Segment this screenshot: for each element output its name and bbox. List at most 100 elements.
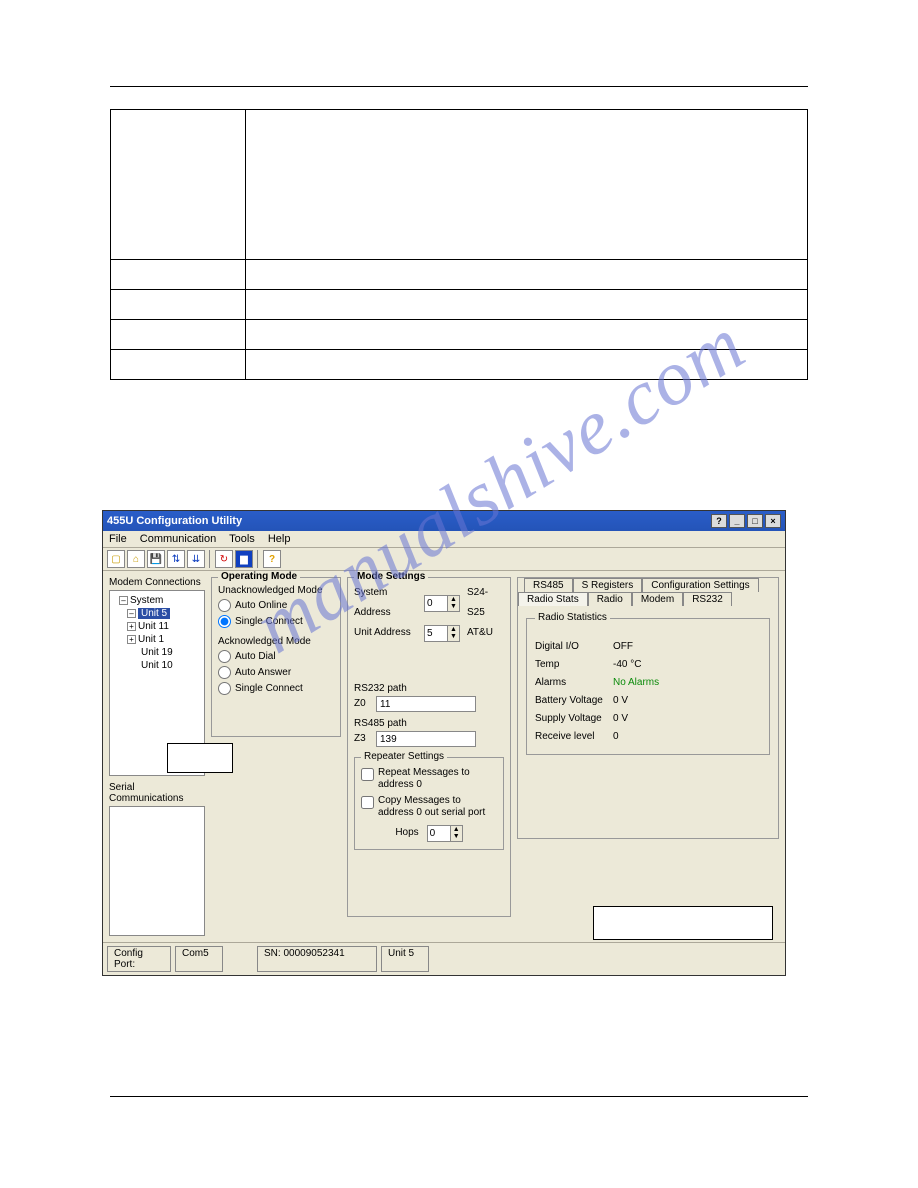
stat-receive-label: Receive level <box>535 728 613 746</box>
callout-box-left <box>167 743 233 773</box>
status-config-port: Config Port: <box>107 946 171 972</box>
tree-unit-5[interactable]: Unit 5 <box>138 608 170 619</box>
status-unit: Unit 5 <box>381 946 429 972</box>
tree-unit-10[interactable]: Unit 10 <box>141 660 173 671</box>
system-address-spinner[interactable]: ▲▼ <box>424 595 460 612</box>
opt-auto-online[interactable]: Auto Online <box>218 598 334 614</box>
toolbar: ▢ ⌂ 💾 ⇅ ⇊ ↻ ▆ ? <box>103 548 785 571</box>
stat-battery-val: 0 V <box>613 692 628 710</box>
save-icon[interactable]: 💾 <box>147 550 165 568</box>
help-toolbar-icon[interactable]: ? <box>263 550 281 568</box>
radio-statistics-group: Radio Statistics Digital I/OOFF Temp-40 … <box>526 618 770 755</box>
hops-label: Hops <box>395 823 418 843</box>
stat-alarms-label: Alarms <box>535 674 613 692</box>
stat-digital-io-label: Digital I/O <box>535 638 613 656</box>
status-serial-number: SN: 00009052341 <box>257 946 377 972</box>
hops-input[interactable] <box>428 826 450 841</box>
chart-icon[interactable]: ▆ <box>235 550 253 568</box>
tab-rs485[interactable]: RS485 <box>524 578 573 592</box>
rs485-path-label: RS485 path <box>354 718 504 729</box>
expand-icon[interactable]: + <box>127 622 136 631</box>
unit-address-label: Unit Address <box>354 623 420 643</box>
repeater-settings-group: Repeater Settings Repeat Messages to add… <box>354 757 504 850</box>
opt-single-connect-ack[interactable]: Single Connect <box>218 681 334 697</box>
rs232-path-label: RS232 path <box>354 683 504 694</box>
system-address-input[interactable] <box>425 596 447 611</box>
window-titlebar: 455U Configuration Utility ? _ □ × <box>103 511 785 531</box>
collapse-icon[interactable]: – <box>127 609 136 618</box>
operating-mode-group: Operating Mode Unacknowledged Mode Auto … <box>211 577 341 737</box>
unit-address-spinner[interactable]: ▲▼ <box>424 625 460 642</box>
tab-modem[interactable]: Modem <box>632 592 683 606</box>
s24-s25-label: S24-S25 <box>467 583 504 623</box>
mode-settings-title: Mode Settings <box>354 571 428 582</box>
maximize-icon[interactable]: □ <box>747 514 763 528</box>
serial-comm-log <box>109 806 205 936</box>
mode-settings-group: Mode Settings System Address ▲▼ S24-S25 … <box>347 577 511 917</box>
help-icon[interactable]: ? <box>711 514 727 528</box>
ack-mode-label: Acknowledged Mode <box>218 636 334 647</box>
repeater-title: Repeater Settings <box>361 751 447 762</box>
minimize-icon[interactable]: _ <box>729 514 745 528</box>
chk-repeat-messages[interactable]: Repeat Messages to address 0 <box>361 767 497 791</box>
tab-rs232[interactable]: RS232 <box>683 592 732 606</box>
tree-root[interactable]: System <box>130 595 163 606</box>
opt-auto-answer[interactable]: Auto Answer <box>218 665 334 681</box>
window-title: 455U Configuration Utility <box>107 515 242 527</box>
up-icon[interactable]: ▲ <box>447 596 459 604</box>
down-icon[interactable]: ▼ <box>447 633 459 641</box>
stat-digital-io-val: OFF <box>613 638 633 656</box>
chk-copy-messages[interactable]: Copy Messages to address 0 out serial po… <box>361 795 497 819</box>
expand-icon[interactable]: + <box>127 635 136 644</box>
download-icon[interactable]: ⇊ <box>187 550 205 568</box>
tab-radio[interactable]: Radio <box>588 592 632 606</box>
tree-unit-1[interactable]: Unit 1 <box>138 634 164 645</box>
tab-config-settings[interactable]: Configuration Settings <box>642 578 758 592</box>
opt-auto-dial[interactable]: Auto Dial <box>218 649 334 665</box>
tree-label: Modem Connections <box>109 577 205 588</box>
menu-file[interactable]: File <box>109 533 127 545</box>
stat-supply-label: Supply Voltage <box>535 710 613 728</box>
tab-s-registers[interactable]: S Registers <box>573 578 643 592</box>
callout-box-right <box>593 906 773 940</box>
z0-label: Z0 <box>354 694 372 714</box>
operating-mode-title: Operating Mode <box>218 571 300 582</box>
doc-table <box>110 109 808 380</box>
up-icon[interactable]: ▲ <box>447 626 459 634</box>
stat-temp-label: Temp <box>535 656 613 674</box>
stat-supply-val: 0 V <box>613 710 628 728</box>
unack-mode-label: Unacknowledged Mode <box>218 585 334 596</box>
menu-tools[interactable]: Tools <box>229 533 255 545</box>
tree-unit-11[interactable]: Unit 11 <box>138 621 169 632</box>
seq-icon[interactable]: ⇅ <box>167 550 185 568</box>
new-icon[interactable]: ▢ <box>107 550 125 568</box>
status-com-port: Com5 <box>175 946 223 972</box>
refresh-icon[interactable]: ↻ <box>215 550 233 568</box>
stat-battery-label: Battery Voltage <box>535 692 613 710</box>
collapse-icon[interactable]: – <box>119 596 128 605</box>
hops-spinner[interactable]: ▲▼ <box>427 825 463 842</box>
stat-temp-val: -40 °C <box>613 656 641 674</box>
unit-address-input[interactable] <box>425 626 447 641</box>
menubar: File Communication Tools Help <box>103 531 785 548</box>
tabs-panel: RS485 S Registers Configuration Settings… <box>517 577 779 839</box>
menu-communication[interactable]: Communication <box>140 533 216 545</box>
z0-input[interactable] <box>376 696 476 712</box>
tab-radio-stats[interactable]: Radio Stats <box>518 592 588 606</box>
close-icon[interactable]: × <box>765 514 781 528</box>
open-icon[interactable]: ⌂ <box>127 550 145 568</box>
radio-statistics-title: Radio Statistics <box>535 612 610 623</box>
app-window: 455U Configuration Utility ? _ □ × File … <box>102 510 786 976</box>
stat-alarms-val: No Alarms <box>613 674 659 692</box>
menu-help[interactable]: Help <box>268 533 291 545</box>
down-icon[interactable]: ▼ <box>447 603 459 611</box>
serial-comm-label: Serial Communications <box>109 782 205 804</box>
down-icon[interactable]: ▼ <box>450 833 462 841</box>
opt-single-connect[interactable]: Single Connect <box>218 614 334 630</box>
stat-receive-val: 0 <box>613 728 619 746</box>
z3-input[interactable] <box>376 731 476 747</box>
tree-unit-19[interactable]: Unit 19 <box>141 647 173 658</box>
z3-label: Z3 <box>354 729 372 749</box>
atu-label: AT&U <box>467 623 493 643</box>
up-icon[interactable]: ▲ <box>450 826 462 834</box>
